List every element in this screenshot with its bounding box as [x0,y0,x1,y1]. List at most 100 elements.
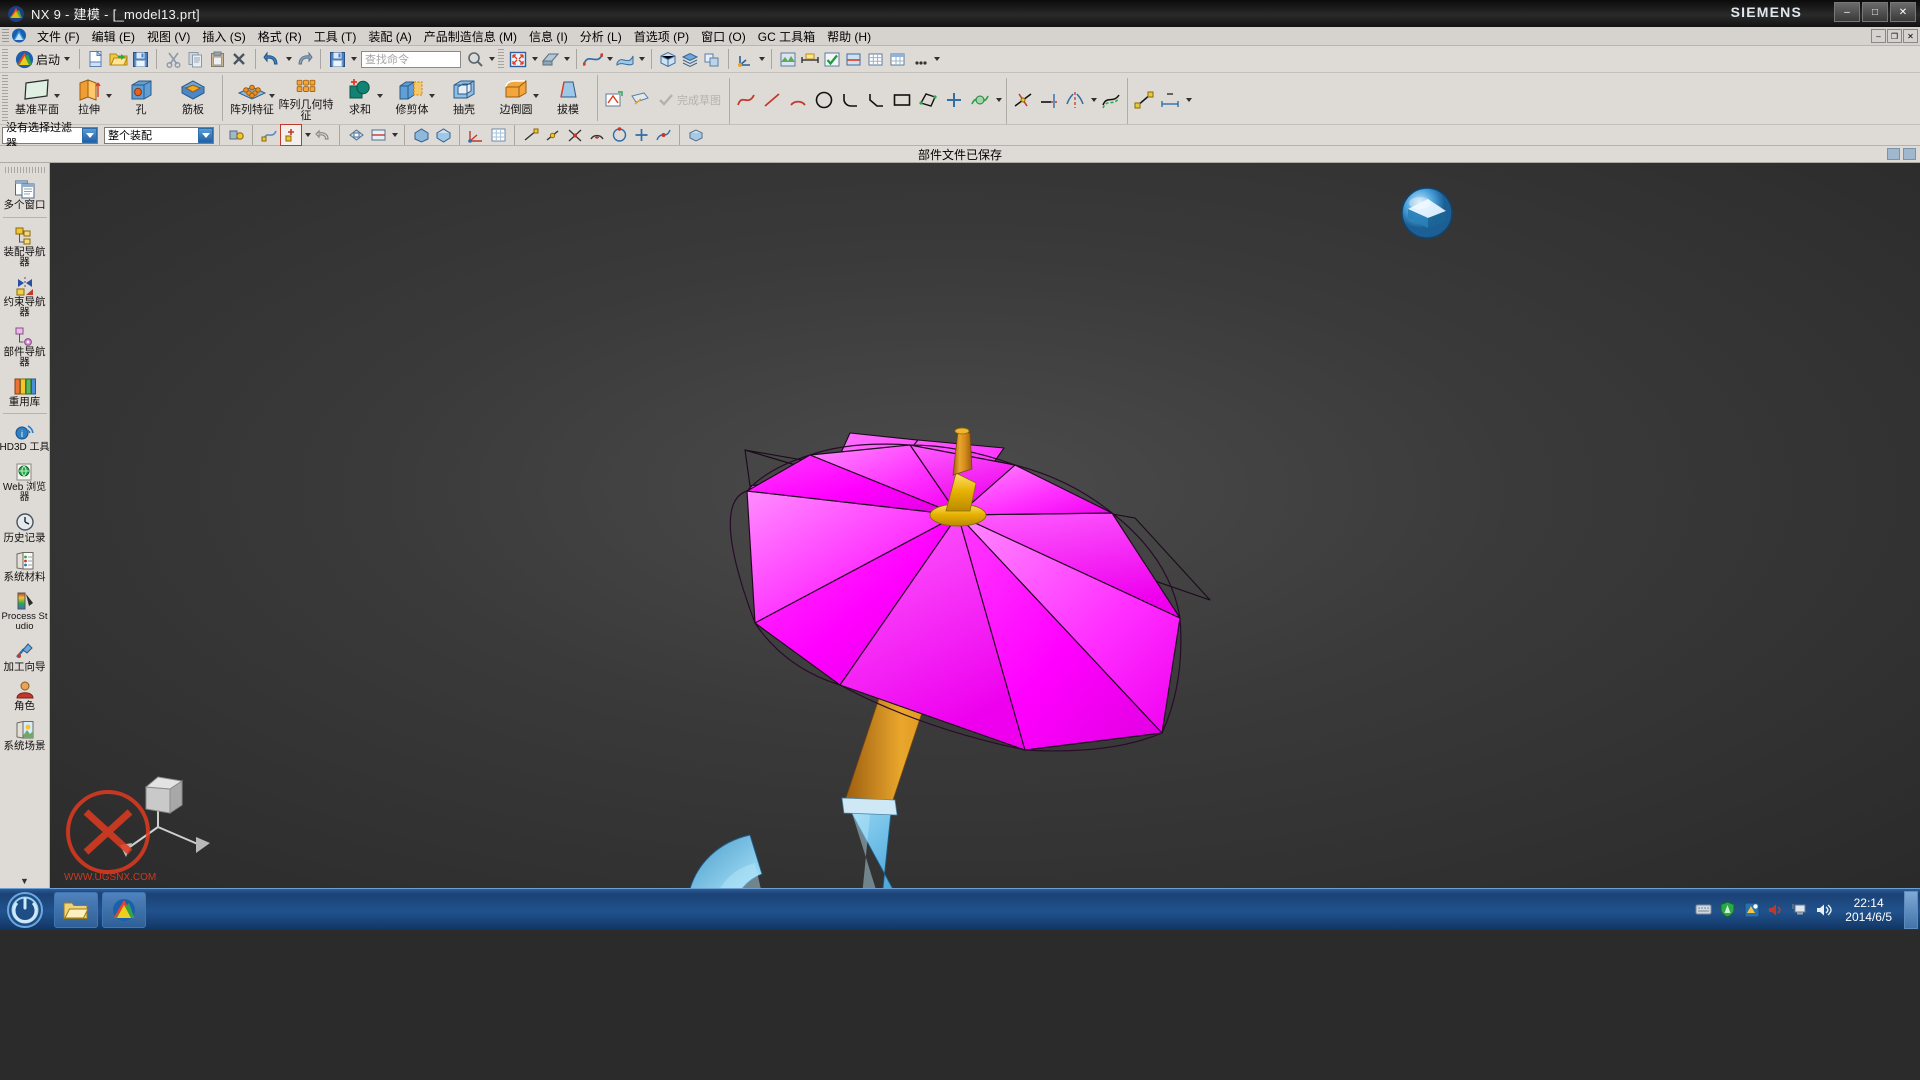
sidebar-item-web-browser[interactable]: Web 浏览器 [0,457,50,507]
minimize-button[interactable]: – [1834,2,1860,22]
sidebar-item-reuse-library[interactable]: 重用库 [0,371,50,411]
surface-tool-button[interactable] [614,48,636,70]
fillet-icon[interactable] [837,88,863,112]
dimension-icon[interactable] [1157,88,1183,112]
snap-priority-button[interactable] [258,124,280,146]
chevron-down-icon[interactable] [106,94,112,98]
cut-button[interactable] [162,48,184,70]
undo-dropdown[interactable] [283,48,293,70]
trim-body-button[interactable]: 修剪体 [386,73,438,123]
profile-curve-icon[interactable] [733,88,759,112]
chevron-down-icon[interactable] [82,127,97,143]
taskbar-clock[interactable]: 22:14 2014/6/5 [1845,896,1892,924]
draft-button[interactable]: 拔模 [542,73,594,123]
edit-section-dropdown[interactable] [389,124,399,146]
cue-indicator-2[interactable] [1903,148,1916,160]
fit-view-button[interactable] [507,48,529,70]
hole-button[interactable]: 孔 [115,73,167,123]
redo-button[interactable] [293,48,315,70]
extrude-button[interactable]: 拉伸 [63,73,115,123]
measure-button[interactable] [799,48,821,70]
save-as-dropdown[interactable] [348,48,358,70]
delete-button[interactable] [228,48,250,70]
pattern-feature-button[interactable]: 阵列特征 [226,73,278,123]
snap-point-on-curve-button[interactable] [652,124,674,146]
snap-existing-point-button[interactable] [630,124,652,146]
taskbar-explorer[interactable] [54,891,98,928]
sidebar-item-history[interactable]: 历史记录 [0,507,50,547]
curve-dropdown[interactable] [604,48,614,70]
new-document-button[interactable] [85,48,107,70]
shell-button[interactable]: 抽壳 [438,73,490,123]
spline-dropdown[interactable] [993,88,1003,112]
sidebar-item-hd3d-tools[interactable]: i HD3D 工具 [0,417,50,457]
offset-curve-icon[interactable] [1098,88,1124,112]
save-button[interactable] [129,48,151,70]
wcs-dynamic-button[interactable] [465,124,487,146]
chevron-down-icon[interactable] [269,94,275,98]
selection-filter-combo[interactable]: 没有选择过滤器 [2,122,98,150]
mirror-curve-icon[interactable] [1062,88,1088,112]
start-orb[interactable] [0,890,50,930]
menu-format[interactable]: 格式 (R) [252,27,308,46]
arc-icon[interactable] [785,88,811,112]
show-hide-button[interactable] [345,124,367,146]
sidebar-scroll-down[interactable]: ▼ [20,876,29,886]
menu-preferences[interactable]: 首选项 (P) [628,27,695,46]
surface-dropdown[interactable] [636,48,646,70]
shield-icon[interactable] [1719,901,1736,918]
media-icon[interactable] [1743,901,1760,918]
table-button[interactable] [887,48,909,70]
sidebar-item-system-scenes[interactable]: 系统场景 [0,715,50,755]
snap-midpoint-button[interactable] [542,124,564,146]
doc-minimize-button[interactable]: – [1871,29,1886,43]
polygon-icon[interactable] [915,88,941,112]
ribbon-grip[interactable] [2,75,8,121]
finish-sketch-button[interactable]: 完成草图 [653,88,726,112]
snap-point-button[interactable] [280,124,302,146]
wcs-dropdown[interactable] [756,48,766,70]
line-icon[interactable] [759,88,785,112]
menu-pmi[interactable]: 产品制造信息 (M) [418,27,523,46]
sidebar-item-roles[interactable]: 角色 [0,675,50,715]
toolbar-grip-2[interactable] [498,48,505,70]
volume-icon[interactable] [1815,901,1832,918]
chevron-down-icon[interactable] [198,127,213,143]
menu-grip[interactable] [2,28,9,44]
quick-trim-icon[interactable] [1010,88,1036,112]
sidebar-item-machining-wizard[interactable]: 加工向导 [0,636,50,676]
dimension-dropdown[interactable] [1183,88,1193,112]
menu-assemblies[interactable]: 装配 (A) [362,27,417,46]
keyboard-icon[interactable] [1695,901,1712,918]
section-button[interactable] [843,48,865,70]
display-mode-button[interactable] [410,124,432,146]
search-button[interactable] [464,48,486,70]
resource-bar-grip[interactable] [4,167,45,173]
circle-icon[interactable] [811,88,837,112]
rib-button[interactable]: 筋板 [167,73,219,123]
menu-window[interactable]: 窗口 (O) [695,27,752,46]
snap-quadrant-button[interactable] [608,124,630,146]
volume-mute-icon[interactable] [1767,901,1784,918]
edit-section-button[interactable] [367,124,389,146]
chevron-down-icon[interactable] [533,94,539,98]
menu-analysis[interactable]: 分析 (L) [574,27,628,46]
paste-button[interactable] [206,48,228,70]
move-layer-button[interactable] [701,48,723,70]
show-desktop-button[interactable] [1904,890,1918,929]
graphics-window[interactable]: WWW.UGSNX.COM [50,163,1920,888]
point-plus-icon[interactable] [941,88,967,112]
menu-information[interactable]: 信息 (I) [523,27,574,46]
face-snap-button[interactable] [685,124,707,146]
edge-blend-button[interactable]: 边倒圆 [490,73,542,123]
more-button[interactable] [909,48,931,70]
rectangle-icon[interactable] [889,88,915,112]
sidebar-item-assembly-navigator[interactable]: 装配导航器 [0,221,50,271]
doc-close-button[interactable]: ✕ [1903,29,1918,43]
constraint-icon[interactable] [1131,88,1157,112]
menu-file[interactable]: 文件 (F) [31,27,86,46]
menu-tools[interactable]: 工具 (T) [308,27,363,46]
curve-tool-button[interactable] [582,48,604,70]
orient-view-button[interactable] [657,48,679,70]
chevron-down-icon[interactable] [429,94,435,98]
